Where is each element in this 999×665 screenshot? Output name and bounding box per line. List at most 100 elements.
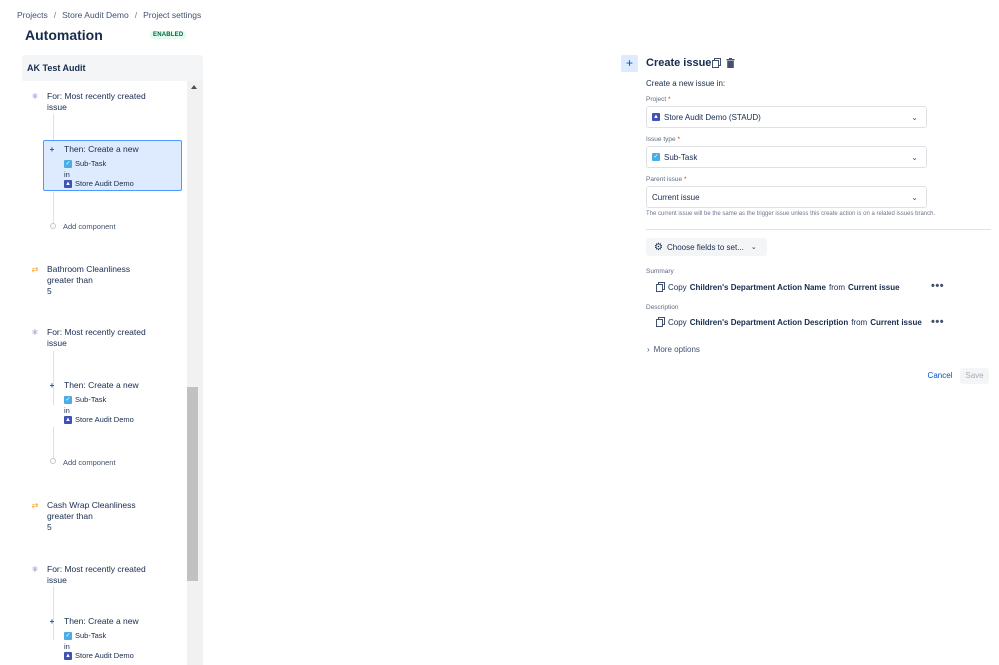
breadcrumb-store-audit-demo[interactable]: Store Audit Demo	[62, 10, 129, 20]
from-label: from	[851, 317, 868, 327]
chevron-down-icon: ⌄	[911, 153, 918, 162]
scrollbar[interactable]	[187, 81, 203, 665]
summary-source-issue: Current issue	[847, 282, 900, 292]
condition-icon: ⇄	[31, 265, 39, 274]
issue-type-label: Sub-Task	[75, 631, 107, 640]
condition-label: Bathroom Cleanliness	[47, 264, 131, 274]
add-component-dot	[50, 223, 56, 229]
breadcrumb-separator: /	[53, 10, 57, 20]
scroll-up-arrow[interactable]	[191, 85, 197, 89]
project-icon: ▲	[64, 179, 72, 188]
branch-label: issue	[47, 102, 67, 112]
branch-label: For: Most recently created	[47, 564, 146, 574]
action-node[interactable]: + Then: Create a new ✓ Sub-Task in ▲ Store…	[43, 612, 182, 663]
copy-icon	[656, 282, 665, 292]
status-badge: ENABLED	[150, 31, 187, 39]
issue-type-select-value: Sub-Task	[664, 152, 698, 162]
condition-label: 5	[47, 522, 52, 532]
breadcrumb: Projects / Store Audit Demo / Project se…	[17, 10, 201, 20]
project-select[interactable]: ▲ Store Audit Demo (STAUD) ⌄	[646, 106, 927, 128]
plus-icon: +	[49, 145, 55, 154]
in-label: in	[64, 406, 70, 415]
more-options-label: More options	[653, 345, 700, 354]
branch-label: issue	[47, 338, 67, 348]
branch-node[interactable]: For: Most recently created issue	[47, 91, 146, 113]
subtask-icon: ✓	[64, 631, 72, 640]
parent-issue-helper: The current issue will be the same as th…	[646, 211, 936, 217]
rule-name: AK Test Audit	[27, 63, 86, 73]
summary-field-row[interactable]: Copy Children's Department Action Name f…	[656, 282, 900, 292]
action-title: Then: Create a new	[64, 616, 139, 626]
project-label: Store Audit Demo	[75, 415, 134, 424]
summary-label: Summary	[646, 268, 674, 275]
breadcrumb-project-settings[interactable]: Project settings	[143, 10, 201, 20]
add-component-link[interactable]: Add component	[63, 222, 116, 231]
branch-node[interactable]: For: Most recently created issue	[47, 564, 146, 586]
condition-node[interactable]: Bathroom Cleanliness greater than 5	[47, 264, 130, 297]
parent-issue-select[interactable]: Current issue ⌄	[646, 186, 927, 208]
action-title: Then: Create a new	[64, 144, 139, 154]
condition-label: greater than	[47, 275, 93, 285]
choose-fields-label: Choose fields to set...	[666, 242, 744, 252]
rule-chain-panel: AK Test Audit ⚛ For: Most recently creat…	[22, 55, 203, 665]
chevron-right-icon: ›	[647, 345, 650, 354]
action-title: Then: Create a new	[64, 380, 139, 390]
subtask-icon: ✓	[652, 153, 660, 161]
branch-label: issue	[47, 575, 67, 585]
breadcrumb-projects[interactable]: Projects	[17, 10, 48, 20]
project-icon: ▲	[64, 651, 72, 660]
condition-node[interactable]: Cash Wrap Cleanliness greater than 5	[47, 500, 136, 533]
rule-component-list: ⚛ For: Most recently created issue + The…	[22, 81, 187, 665]
description-field-row[interactable]: Copy Children's Department Action Descri…	[656, 317, 922, 327]
plus-icon: +	[49, 381, 55, 390]
save-button[interactable]: Save	[960, 368, 989, 384]
subtask-icon: ✓	[64, 395, 72, 404]
editor-title: Create issue	[646, 57, 712, 69]
branch-node[interactable]: For: Most recently created issue	[47, 327, 146, 349]
summary-more-icon[interactable]: •••	[931, 280, 944, 292]
chevron-down-icon: ⌄	[911, 193, 918, 202]
trash-icon[interactable]	[726, 58, 735, 68]
issue-type-select[interactable]: ✓ Sub-Task ⌄	[646, 146, 927, 168]
description-label: Description	[646, 304, 679, 311]
parent-issue-field-label: Parent issue *	[646, 176, 687, 183]
description-source-issue: Current issue	[870, 317, 922, 327]
project-select-value: Store Audit Demo (STAUD)	[664, 112, 761, 122]
chevron-down-icon: ⌄	[750, 244, 757, 251]
description-more-icon[interactable]: •••	[931, 316, 944, 328]
copy-prefix: Copy	[668, 317, 687, 327]
project-icon: ▲	[64, 415, 72, 424]
parent-issue-select-value: Current issue	[652, 192, 700, 202]
add-component-dot	[50, 458, 56, 464]
branch-icon: ⚛	[31, 565, 39, 574]
copy-icon[interactable]	[712, 58, 721, 68]
connector-line	[53, 192, 54, 226]
condition-label: greater than	[47, 511, 93, 521]
project-label: Store Audit Demo	[75, 179, 134, 188]
summary-source-field: Children's Department Action Name	[689, 282, 826, 292]
subtask-icon: ✓	[64, 159, 72, 168]
scroll-thumb[interactable]	[187, 387, 198, 581]
condition-label: Cash Wrap Cleanliness	[47, 500, 136, 510]
branch-icon: ⚛	[31, 328, 39, 337]
breadcrumb-separator: /	[134, 10, 138, 20]
project-label: Store Audit Demo	[75, 651, 134, 660]
cancel-button[interactable]: Cancel	[925, 369, 955, 383]
branch-label: For: Most recently created	[47, 327, 146, 337]
choose-fields-button[interactable]: ⚙ Choose fields to set... ⌄	[646, 238, 767, 256]
add-component-link[interactable]: Add component	[63, 458, 116, 467]
condition-icon: ⇄	[31, 501, 39, 510]
branch-icon: ⚛	[31, 92, 39, 101]
in-label: in	[64, 642, 70, 651]
in-label: in	[64, 170, 70, 179]
page-title: Automation	[25, 27, 103, 43]
more-options-toggle[interactable]: › More options	[647, 345, 700, 354]
plus-icon: +	[621, 55, 638, 72]
action-node-selected[interactable]: + Then: Create a new ✓ Sub-Task in ▲ Store…	[43, 140, 182, 191]
from-label: from	[828, 282, 845, 292]
action-node[interactable]: + Then: Create a new ✓ Sub-Task in ▲ Store…	[43, 376, 182, 427]
issue-type-field-label: Issue type *	[646, 136, 680, 143]
branch-label: For: Most recently created	[47, 91, 146, 101]
plus-icon: +	[49, 617, 55, 626]
description-source-field: Children's Department Action Description	[689, 317, 849, 327]
